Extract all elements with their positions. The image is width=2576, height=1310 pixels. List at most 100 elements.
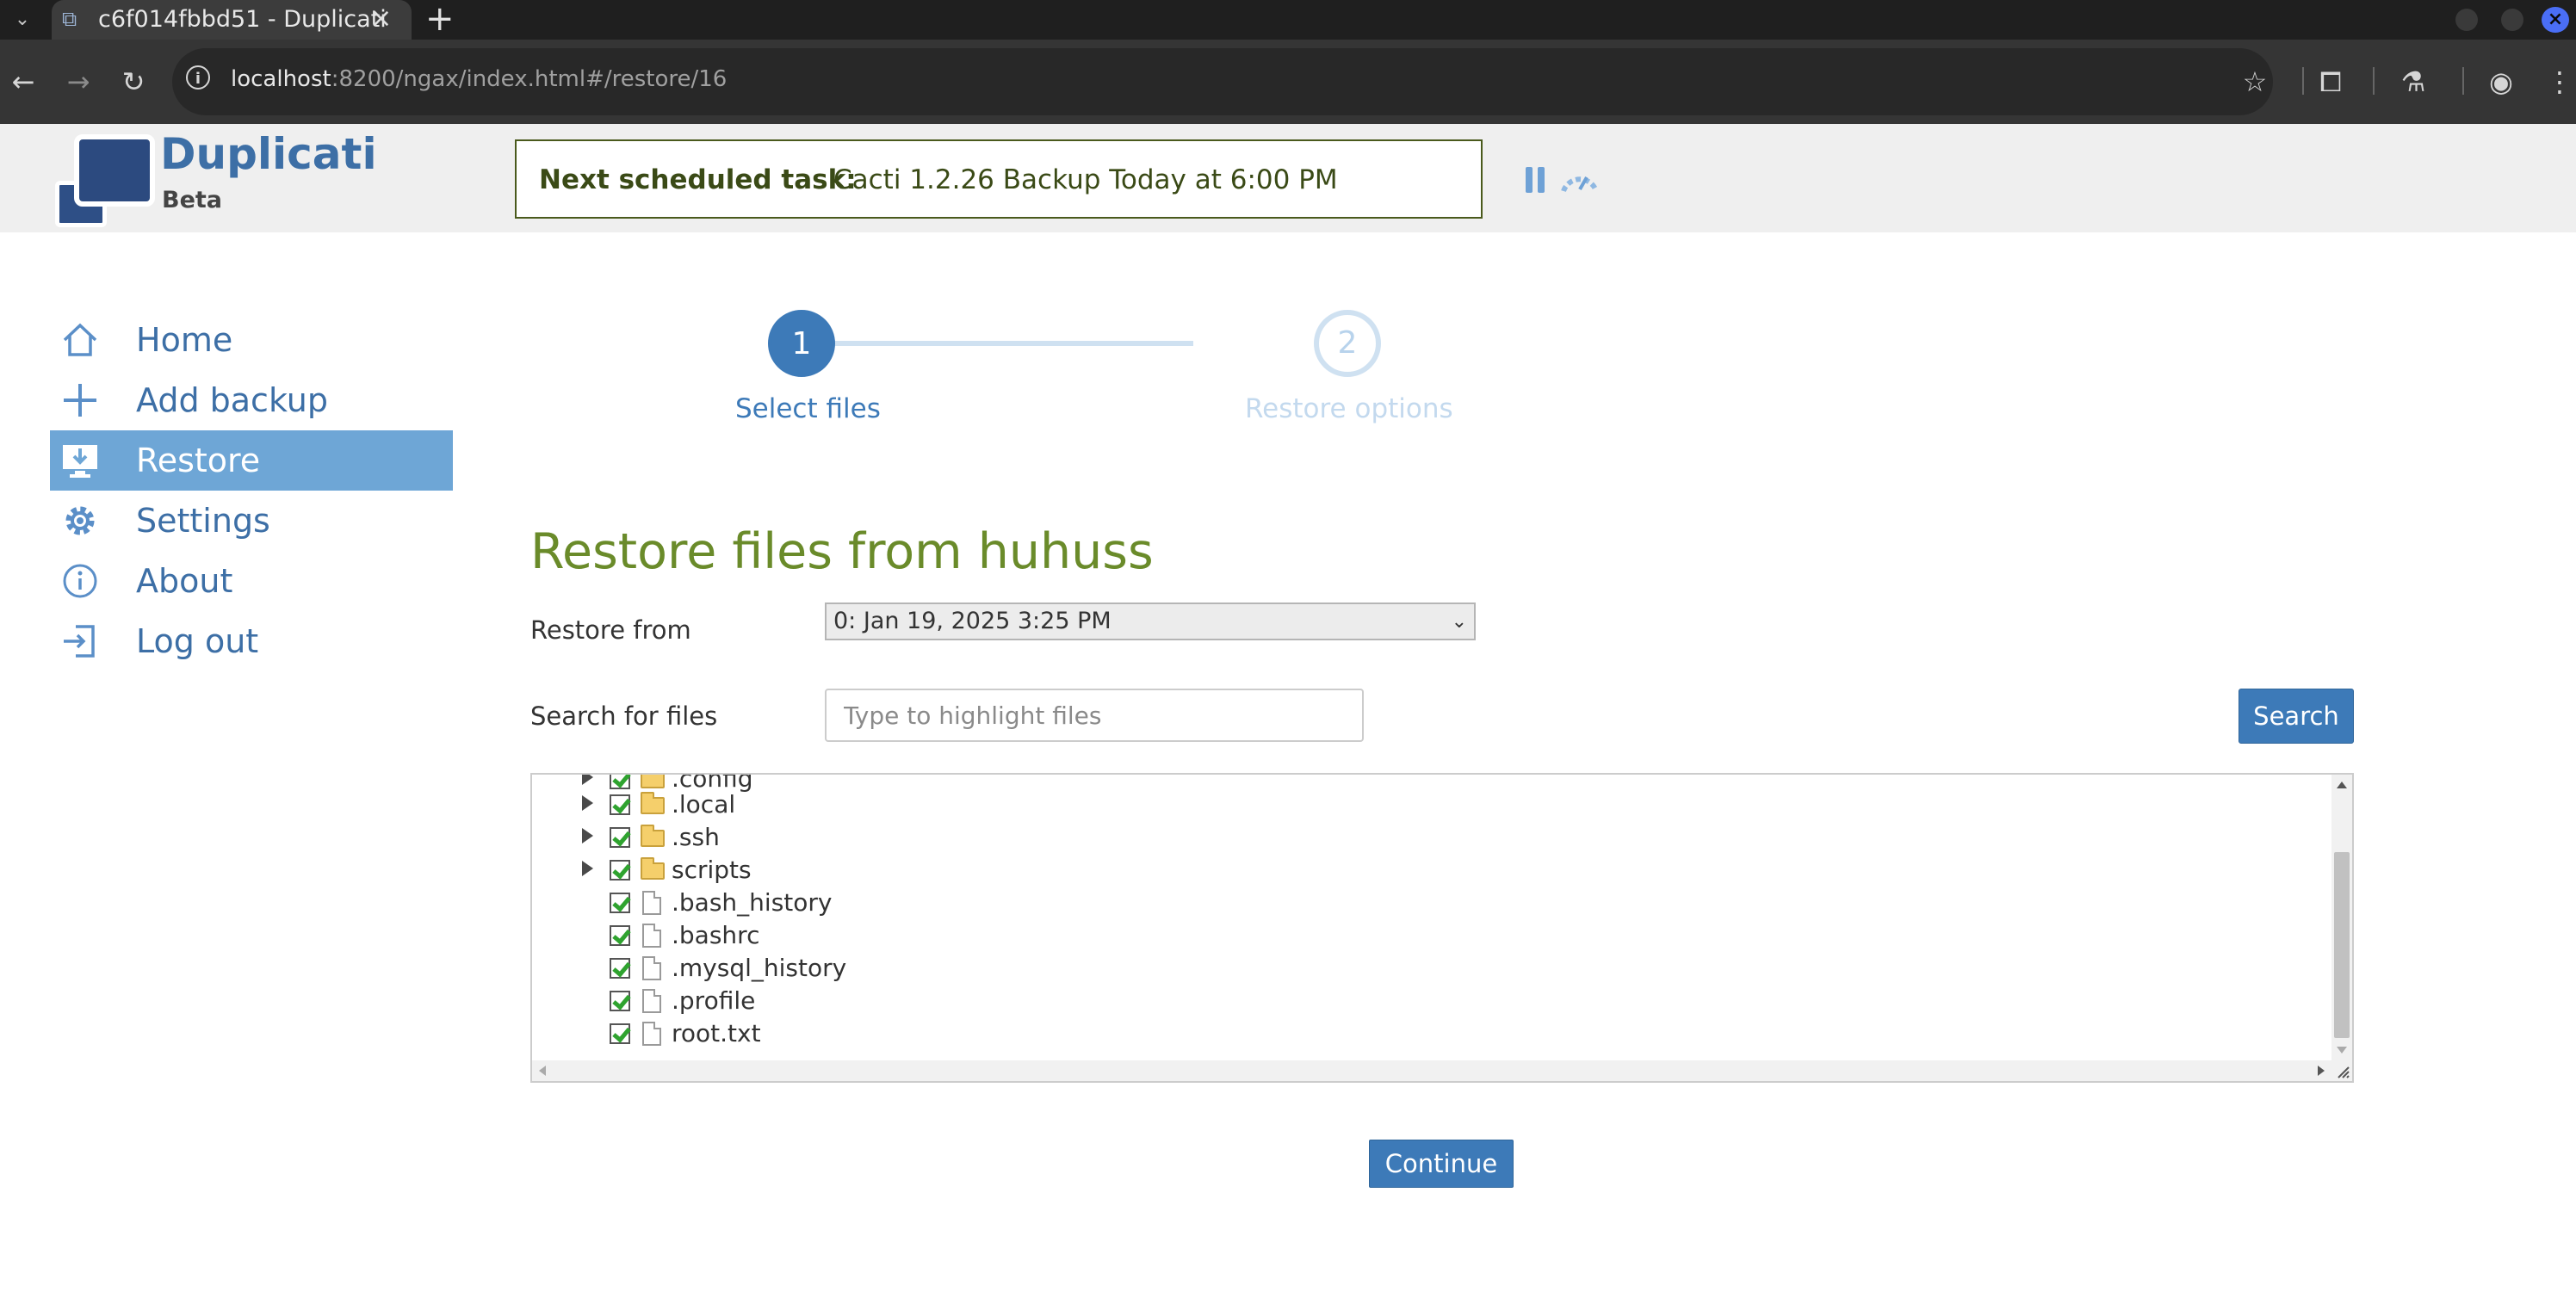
expand-arrow-icon[interactable] xyxy=(582,775,593,785)
window-maximize-button[interactable] xyxy=(2501,9,2523,31)
brand-name: Duplicati xyxy=(160,129,377,179)
resize-grip-icon[interactable] xyxy=(2331,1060,2352,1081)
tree-item-name[interactable]: scripts xyxy=(672,856,752,885)
file-icon xyxy=(642,989,661,1013)
tree-item-name[interactable]: .bash_history xyxy=(672,888,832,918)
window-close-button[interactable]: × xyxy=(2542,7,2569,33)
site-info-icon[interactable]: i xyxy=(186,65,210,90)
step-connector-line xyxy=(806,341,1193,346)
home-icon xyxy=(63,323,97,356)
toolbar-divider xyxy=(2462,67,2464,95)
checkbox[interactable] xyxy=(610,958,630,979)
vertical-scrollbar[interactable] xyxy=(2331,775,2352,1060)
step-2-label[interactable]: Restore options xyxy=(1245,392,1453,425)
brand-subtitle: Beta xyxy=(162,187,223,213)
checkbox[interactable] xyxy=(610,991,630,1011)
sidebar-item-log-out[interactable]: Log out xyxy=(50,611,453,671)
gear-icon xyxy=(65,506,95,535)
folder-icon xyxy=(641,775,665,788)
tree-row[interactable]: .local xyxy=(532,788,2314,821)
sidebar-item-label: Settings xyxy=(136,502,270,540)
continue-button[interactable]: Continue xyxy=(1369,1140,1514,1188)
horizontal-scrollbar[interactable] xyxy=(532,1060,2331,1081)
expand-arrow-icon[interactable] xyxy=(582,861,593,876)
step-1-circle[interactable]: 1 xyxy=(768,310,835,377)
info-icon xyxy=(63,564,97,598)
tab-title: c6f014fbbd51 - Duplicati xyxy=(98,6,387,33)
tree-item-name[interactable]: root.txt xyxy=(672,1019,761,1048)
sidebar-nav: Home Add backup Restore Settings About L… xyxy=(50,310,453,671)
forward-arrow-icon[interactable]: → xyxy=(59,62,98,102)
browser-tab-bar: ⌄ ⧉ c6f014fbbd51 - Duplicati × + × xyxy=(0,0,2576,40)
step-2-circle[interactable]: 2 xyxy=(1314,310,1381,377)
tree-row[interactable]: root.txt xyxy=(532,1017,2314,1050)
scroll-down-arrow-icon[interactable] xyxy=(2337,1047,2347,1054)
step-1-label[interactable]: Select files xyxy=(735,392,881,425)
sidebar-item-settings[interactable]: Settings xyxy=(50,491,453,551)
checkbox[interactable] xyxy=(610,827,630,848)
tree-row[interactable]: .bashrc xyxy=(532,919,2314,952)
expand-arrow-icon[interactable] xyxy=(582,828,593,843)
tree-item-name[interactable]: .local xyxy=(672,790,735,819)
new-tab-icon[interactable]: + xyxy=(425,2,455,36)
expand-arrow-icon[interactable] xyxy=(582,795,593,811)
file-tree[interactable]: .config .local .ssh scripts .bash_histor… xyxy=(530,773,2354,1083)
search-input[interactable] xyxy=(825,689,1364,742)
tree-row[interactable]: .ssh xyxy=(532,821,2314,854)
scroll-right-arrow-icon[interactable] xyxy=(2318,1066,2325,1076)
logo-square-large xyxy=(74,134,155,207)
checkbox[interactable] xyxy=(610,1023,630,1044)
page-title: Restore files from huhuss xyxy=(530,523,1154,580)
back-arrow-icon[interactable]: ← xyxy=(3,62,43,102)
browser-menu-icon[interactable]: ⋮ xyxy=(2540,62,2576,102)
tree-row[interactable]: .bash_history xyxy=(532,887,2314,919)
scroll-left-arrow-icon[interactable] xyxy=(539,1066,546,1076)
labs-flask-icon[interactable]: ⚗ xyxy=(2393,62,2433,102)
toolbar-divider xyxy=(2373,67,2375,95)
bookmark-star-icon[interactable]: ☆ xyxy=(2235,62,2275,102)
tree-row[interactable]: .mysql_history xyxy=(532,952,2314,985)
duplicati-logo[interactable] xyxy=(52,134,155,229)
checkbox[interactable] xyxy=(610,775,630,789)
tree-item-name[interactable]: .mysql_history xyxy=(672,954,846,983)
next-scheduled-task-box: Next scheduled task: Cacti 1.2.26 Backup… xyxy=(515,139,1483,219)
sidebar-item-label: Restore xyxy=(136,442,261,479)
tree-row[interactable]: scripts xyxy=(532,854,2314,887)
tree-item-name[interactable]: .profile xyxy=(672,986,755,1016)
tree-item-name[interactable]: .bashrc xyxy=(672,921,759,950)
sidebar-item-label: Home xyxy=(136,321,233,359)
sidebar-item-restore[interactable]: Restore xyxy=(50,430,453,491)
search-button[interactable]: Search xyxy=(2239,689,2354,744)
checkbox[interactable] xyxy=(610,893,630,913)
sidebar-item-about[interactable]: About xyxy=(50,551,453,611)
url-text[interactable]: localhost:8200/ngax/index.html#/restore/… xyxy=(231,64,727,95)
folder-icon xyxy=(641,825,665,847)
scrollbar-thumb[interactable] xyxy=(2334,852,2350,1038)
checkbox[interactable] xyxy=(610,794,630,815)
search-for-files-label: Search for files xyxy=(530,701,718,731)
file-icon xyxy=(642,891,661,915)
sidebar-item-add-backup[interactable]: Add backup xyxy=(50,370,453,430)
pause-icon[interactable] xyxy=(1526,167,1546,193)
toolbar-divider xyxy=(2302,67,2304,95)
tab-close-icon[interactable]: × xyxy=(370,3,392,34)
tree-row[interactable]: .profile xyxy=(532,985,2314,1017)
browser-toolbar: ← → ↻ i localhost:8200/ngax/index.html#/… xyxy=(0,40,2576,124)
checkbox[interactable] xyxy=(610,860,630,881)
extensions-puzzle-icon[interactable]: ⧠ xyxy=(2311,62,2350,102)
restore-from-select[interactable]: 0: Jan 19, 2025 3:25 PM ⌄ xyxy=(825,602,1476,640)
restore-monitor-icon xyxy=(63,445,97,478)
scroll-up-arrow-icon[interactable] xyxy=(2337,782,2347,788)
tab-favicon-icon: ⧉ xyxy=(62,7,77,31)
checkbox[interactable] xyxy=(610,925,630,946)
window-minimize-button[interactable] xyxy=(2455,9,2478,31)
url-host: localhost xyxy=(231,66,331,92)
next-task-value: Cacti 1.2.26 Backup Today at 6:00 PM xyxy=(833,164,1338,195)
throttle-speed-icon[interactable] xyxy=(1558,162,1601,196)
sidebar-item-home[interactable]: Home xyxy=(50,310,453,370)
tab-search-chevron-icon[interactable]: ⌄ xyxy=(7,7,38,33)
file-icon xyxy=(642,956,661,980)
tree-item-name[interactable]: .ssh xyxy=(672,823,720,852)
profile-avatar-icon[interactable]: ◉ xyxy=(2481,62,2521,102)
reload-icon[interactable]: ↻ xyxy=(114,62,153,102)
